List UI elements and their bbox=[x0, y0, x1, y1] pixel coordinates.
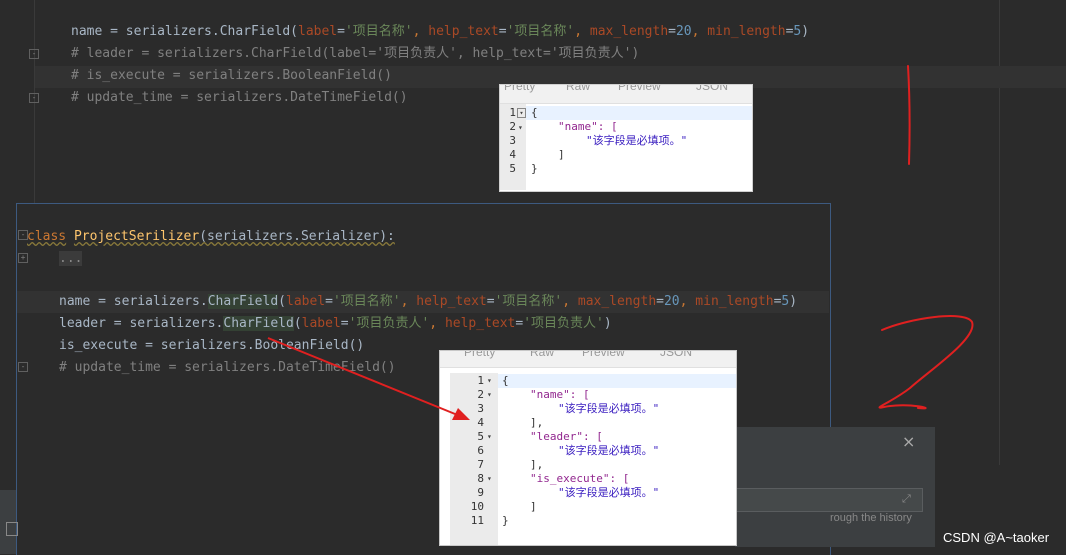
json-string: "该字段是必填项。" bbox=[558, 402, 660, 415]
response-tabs: Pretty Raw Preview JSON bbox=[440, 351, 736, 368]
json-line: } bbox=[531, 162, 538, 175]
tool-icon[interactable] bbox=[6, 522, 18, 536]
json-response-panel-1: Pretty Raw Preview JSON 1 2 3 4 5 ▾ ▾ { … bbox=[499, 84, 753, 192]
line-number: 8 bbox=[477, 472, 484, 485]
json-string: "该字段是必填项。" bbox=[558, 444, 660, 457]
line-number: 4 bbox=[509, 148, 516, 161]
tab-pretty[interactable]: Pretty bbox=[504, 85, 535, 93]
active-line bbox=[498, 374, 736, 388]
watermark: CSDN @A~taoker bbox=[943, 530, 1050, 545]
line-number: 1 bbox=[509, 106, 516, 119]
code-line-comment-leader: # leader = serializers.CharField(label='… bbox=[71, 46, 640, 61]
line-number: 2 bbox=[509, 120, 516, 133]
json-key: "name": [ bbox=[530, 388, 590, 401]
line-number: 5 bbox=[509, 162, 516, 175]
collapse-arrow-icon[interactable]: ▾ bbox=[487, 388, 492, 402]
json-line: ], bbox=[530, 458, 544, 471]
history-hint: rough the history bbox=[830, 512, 912, 524]
active-line bbox=[526, 106, 752, 120]
dialog-input[interactable] bbox=[735, 488, 923, 512]
json-line: ] bbox=[558, 148, 565, 161]
fold-marker[interactable]: + bbox=[18, 253, 28, 263]
fold-marker[interactable]: - bbox=[18, 362, 28, 372]
tab-raw[interactable]: Raw bbox=[530, 351, 554, 359]
json-line: ] bbox=[530, 500, 537, 513]
code-folded-ellipsis[interactable]: ... bbox=[59, 248, 83, 270]
code-line-name: name = serializers.CharField(label='项目名称… bbox=[71, 24, 810, 39]
json-key: "is_execute": [ bbox=[530, 472, 630, 485]
code-line-class: class ProjectSerilizer(serializers.Seria… bbox=[27, 229, 395, 244]
collapse-arrow-icon[interactable]: ▾ bbox=[487, 374, 492, 388]
line-number: 7 bbox=[477, 458, 484, 471]
line-number: 9 bbox=[477, 486, 484, 499]
tab-json[interactable]: JSON bbox=[696, 85, 728, 93]
json-string: "该字段是必填项。" bbox=[558, 486, 660, 499]
expand-icon[interactable]: ⤢ bbox=[902, 492, 911, 506]
line-number: 11 bbox=[470, 514, 484, 527]
code-line-comment-execute: # is_execute = serializers.BooleanField(… bbox=[71, 68, 392, 83]
code-line-name: name = serializers.CharField(label='项目名称… bbox=[59, 294, 798, 309]
tab-json[interactable]: JSON bbox=[660, 351, 692, 359]
line-number: 10 bbox=[470, 500, 484, 513]
json-line: ], bbox=[530, 416, 544, 429]
json-body: 1 2 3 4 5 ▾ ▾ { "name": [ "该字段是必填项。" ] } bbox=[500, 104, 752, 190]
line-number: 6 bbox=[477, 444, 484, 457]
line-number: 3 bbox=[509, 134, 516, 147]
json-key: "name": [ bbox=[558, 120, 618, 133]
annotation-mark-1 bbox=[907, 65, 911, 165]
collapse-arrow-icon[interactable]: ▾ bbox=[517, 108, 526, 118]
json-line: { bbox=[502, 374, 509, 387]
annotation-arrow bbox=[267, 337, 470, 420]
collapse-arrow-icon[interactable]: ▾ bbox=[487, 472, 492, 486]
code-line-comment-update: # update_time = serializers.DateTimeFiel… bbox=[71, 90, 408, 105]
json-key: "leader": [ bbox=[530, 430, 603, 443]
response-tabs: Pretty Raw Preview JSON bbox=[500, 85, 752, 104]
close-icon[interactable]: × bbox=[902, 432, 915, 451]
tab-raw[interactable]: Raw bbox=[566, 85, 590, 93]
collapse-arrow-icon[interactable]: ▾ bbox=[518, 121, 523, 135]
tab-preview[interactable]: Preview bbox=[582, 351, 625, 359]
json-string: "该字段是必填项。" bbox=[586, 134, 688, 147]
annotation-mark-2 bbox=[878, 315, 974, 410]
collapse-arrow-icon[interactable]: ▾ bbox=[487, 430, 492, 444]
json-response-panel-2: Pretty Raw Preview JSON 1 2 3 4 5 6 7 8 … bbox=[439, 350, 737, 546]
fold-marker[interactable]: - bbox=[29, 93, 39, 103]
fold-marker[interactable]: - bbox=[29, 49, 39, 59]
json-line: { bbox=[531, 106, 538, 119]
json-body: 1 2 3 4 5 6 7 8 9 10 11 ▾ ▾ ▾ ▾ { "name"… bbox=[450, 373, 736, 545]
tab-preview[interactable]: Preview bbox=[618, 85, 661, 93]
line-number: 5 bbox=[477, 430, 484, 443]
json-line: } bbox=[502, 514, 509, 527]
